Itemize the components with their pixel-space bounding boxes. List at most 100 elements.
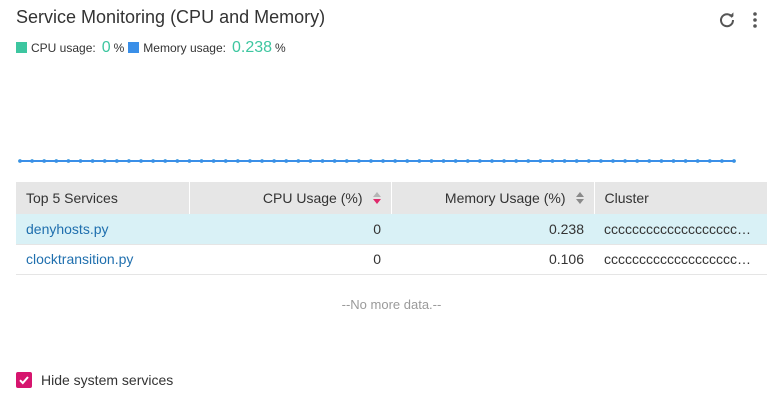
data-point xyxy=(695,159,700,163)
memory-usage-value: 0.238 xyxy=(231,39,273,56)
column-header-label: Memory Usage (%) xyxy=(444,190,566,206)
data-point xyxy=(357,159,361,163)
data-point xyxy=(514,159,518,163)
data-point xyxy=(296,159,301,163)
cluster-cell: cccccccccccccccccccccccc xyxy=(594,214,767,245)
data-point xyxy=(211,159,216,163)
data-point xyxy=(599,159,603,163)
data-point xyxy=(659,159,664,163)
more-vertical-icon[interactable] xyxy=(744,9,766,31)
data-point xyxy=(611,159,615,163)
check-icon xyxy=(19,376,29,385)
data-point xyxy=(478,159,482,163)
service-name-link[interactable]: denyhosts.py xyxy=(16,214,189,245)
hide-system-services-toggle[interactable]: Hide system services xyxy=(16,372,173,388)
data-point xyxy=(707,159,712,163)
no-more-data-text: --No more data.-- xyxy=(341,297,442,312)
data-point xyxy=(284,159,289,163)
column-header-cpu[interactable]: CPU Usage (%) xyxy=(189,182,392,214)
data-point xyxy=(381,159,385,163)
widget-tools xyxy=(716,9,766,31)
data-point xyxy=(66,159,71,163)
column-header-service: Top 5 Services xyxy=(16,182,190,214)
cpu-legend-label: CPU usage: xyxy=(31,41,96,55)
data-point xyxy=(272,159,276,163)
service-name-link[interactable]: clocktransition.py xyxy=(16,244,189,275)
data-point xyxy=(586,159,591,163)
cpu-usage-value: 0 xyxy=(101,39,111,56)
data-point xyxy=(151,159,155,163)
data-point xyxy=(199,159,204,163)
table-header-row: Top 5 Services CPU Usage (%) Memory Usag… xyxy=(16,182,767,214)
top-services-table: Top 5 Services CPU Usage (%) Memory Usag… xyxy=(16,182,767,275)
data-point xyxy=(647,159,652,163)
data-point xyxy=(538,159,543,163)
data-point xyxy=(308,159,313,163)
data-point xyxy=(417,159,422,163)
data-point xyxy=(236,159,240,163)
cpu-usage-unit: % xyxy=(113,41,125,55)
column-header-memory[interactable]: Memory Usage (%) xyxy=(391,182,595,214)
table-row[interactable]: clocktransition.py 0 0.106 ccccccccccccc… xyxy=(16,244,767,275)
column-header-label: Top 5 Services xyxy=(26,190,118,206)
data-point xyxy=(490,159,494,163)
data-point xyxy=(163,159,168,163)
data-point xyxy=(30,159,34,163)
memory-legend-swatch xyxy=(128,42,140,53)
data-point xyxy=(732,159,736,163)
data-point xyxy=(54,159,59,163)
data-point xyxy=(405,159,410,163)
data-point xyxy=(139,159,143,163)
data-point xyxy=(429,159,434,163)
data-point xyxy=(102,159,107,163)
memory-legend-label: Memory usage: xyxy=(143,41,226,55)
data-point xyxy=(441,159,446,163)
data-point xyxy=(623,159,627,163)
data-point xyxy=(526,159,531,163)
data-point xyxy=(635,159,639,163)
chart-legend: CPU usage: 0 % Memory usage: 0.238 % xyxy=(16,39,290,57)
data-point xyxy=(502,159,506,163)
refresh-icon[interactable] xyxy=(716,9,738,31)
data-point xyxy=(187,159,192,163)
cpu-usage-cell: 0 xyxy=(189,214,391,245)
column-header-label: CPU Usage (%) xyxy=(262,190,363,206)
data-point xyxy=(683,159,688,163)
sort-icon[interactable] xyxy=(575,192,584,204)
memory-usage-cell: 0.106 xyxy=(391,244,594,275)
data-point xyxy=(127,159,131,163)
widget-title: Service Monitoring (CPU and Memory) xyxy=(16,7,326,27)
cpu-usage-cell: 0 xyxy=(189,244,391,275)
data-point xyxy=(344,159,349,163)
data-point xyxy=(671,159,676,163)
data-point xyxy=(42,159,47,163)
data-point xyxy=(550,159,555,163)
hide-system-services-label: Hide system services xyxy=(41,372,174,388)
cluster-cell: cccccccccccccccccccccccc xyxy=(594,244,767,275)
data-point xyxy=(574,159,579,163)
data-point xyxy=(18,159,22,163)
hide-system-services-checkbox[interactable] xyxy=(16,372,32,388)
column-header-label: Cluster xyxy=(604,190,649,206)
sort-icon[interactable] xyxy=(372,192,381,204)
usage-line-chart xyxy=(18,159,736,163)
data-point xyxy=(115,159,119,163)
data-point xyxy=(393,159,397,163)
data-point xyxy=(78,159,83,163)
data-point xyxy=(320,159,325,163)
memory-usage-unit: % xyxy=(275,41,286,55)
column-header-cluster: Cluster xyxy=(594,182,767,214)
data-point xyxy=(369,159,373,163)
data-point xyxy=(562,159,567,163)
memory-usage-cell: 0.238 xyxy=(391,214,594,245)
data-point xyxy=(175,159,180,163)
data-point xyxy=(720,159,724,163)
data-point xyxy=(260,159,264,163)
data-point xyxy=(465,159,470,163)
table-row[interactable]: denyhosts.py 0 0.238 ccccccccccccccccccc… xyxy=(16,214,767,245)
data-point xyxy=(90,159,95,163)
data-point xyxy=(248,159,252,163)
data-point xyxy=(332,159,337,163)
cpu-legend-swatch xyxy=(16,42,27,53)
data-point xyxy=(453,159,458,163)
